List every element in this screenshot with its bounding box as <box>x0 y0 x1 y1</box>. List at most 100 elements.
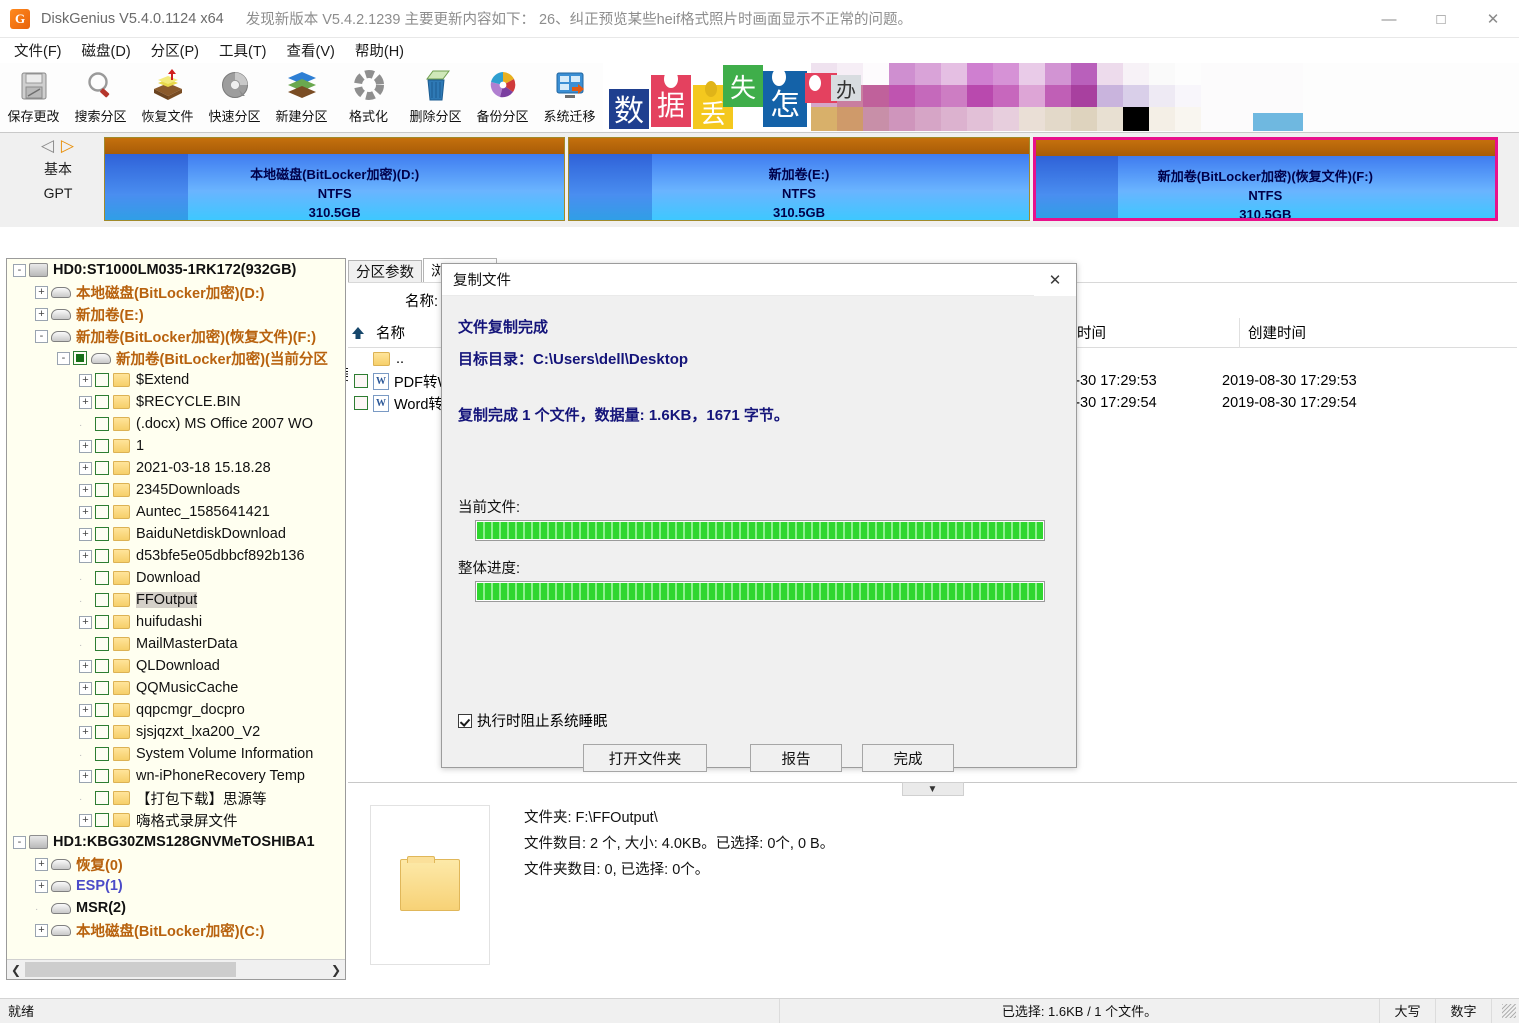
partition-block-e[interactable]: 新加卷(E:) NTFS 310.5GB <box>568 137 1029 221</box>
collapse-panel-icon[interactable]: ▼ <box>902 782 964 796</box>
tree-item[interactable]: ·【打包下载】思源等 <box>7 787 345 809</box>
column-header-created[interactable]: 创建时间 <box>1240 318 1470 348</box>
tree-item-checkbox[interactable] <box>95 747 109 761</box>
tree-item-checkbox[interactable] <box>95 791 109 805</box>
tree-item[interactable]: +本地磁盘(BitLocker加密)(C:) <box>7 919 345 941</box>
tree-item-checkbox[interactable] <box>95 439 109 453</box>
partition-block-d[interactable]: 本地磁盘(BitLocker加密)(D:) NTFS 310.5GB <box>104 137 565 221</box>
tab-partition-params[interactable]: 分区参数 <box>348 260 422 282</box>
advertisement-banner[interactable]: 数 据 丢 失 怎 办 <box>603 63 1303 131</box>
tree-item[interactable]: +Auntec_1585641421 <box>7 501 345 523</box>
tree-item[interactable]: +$Extend <box>7 369 345 391</box>
menu-help[interactable]: 帮助(H) <box>355 40 404 61</box>
tree-item[interactable]: +d53bfe5e05dbbcf892b136 <box>7 545 345 567</box>
menu-disk[interactable]: 磁盘(D) <box>82 40 131 61</box>
tree-item[interactable]: +新加卷(E:) <box>7 303 345 325</box>
tree-toggle-expand-icon[interactable]: + <box>35 924 48 937</box>
toolbar-recover-files[interactable]: 恢复文件 <box>134 63 201 131</box>
tree-item[interactable]: -HD0:ST1000LM035-1RK172(932GB) <box>7 259 345 281</box>
file-row-checkbox[interactable] <box>354 396 368 410</box>
tree-toggle-collapse-icon[interactable]: - <box>35 330 48 343</box>
menu-view[interactable]: 查看(V) <box>287 40 335 61</box>
tree-item-checkbox[interactable] <box>95 769 109 783</box>
toolbar-format[interactable]: 格式化 <box>335 63 402 131</box>
tree-item-checkbox[interactable] <box>95 461 109 475</box>
tree-toggle-expand-icon[interactable]: + <box>79 396 92 409</box>
tree-toggle-collapse-icon[interactable]: - <box>13 836 26 849</box>
tree-item-checkbox[interactable] <box>95 505 109 519</box>
tree-toggle-collapse-icon[interactable]: - <box>13 264 26 277</box>
tree-toggle-expand-icon[interactable]: + <box>79 484 92 497</box>
sort-ascending-icon[interactable] <box>348 326 368 340</box>
tree-item-checkbox[interactable] <box>95 417 109 431</box>
tree-item-checkbox[interactable] <box>95 395 109 409</box>
tree-item[interactable]: +恢复(0) <box>7 853 345 875</box>
tree-item[interactable]: -HD1:KBG30ZMS128GNVMeTOSHIBA1 <box>7 831 345 853</box>
tree-toggle-expand-icon[interactable]: + <box>79 374 92 387</box>
tree-toggle-expand-icon[interactable]: + <box>35 308 48 321</box>
menu-tools[interactable]: 工具(T) <box>219 40 267 61</box>
toolbar-new-partition[interactable]: 新建分区 <box>268 63 335 131</box>
file-row-checkbox[interactable] <box>354 374 368 388</box>
tree-toggle-collapse-icon[interactable]: - <box>57 352 70 365</box>
disk-tree-panel[interactable]: -HD0:ST1000LM035-1RK172(932GB) +本地磁盘(BitL… <box>6 258 346 980</box>
tree-item-checkbox[interactable] <box>95 549 109 563</box>
report-button[interactable]: 报告 <box>750 744 842 772</box>
tree-item-checkbox[interactable] <box>95 615 109 629</box>
tree-item[interactable]: +2021-03-18 15.18.28 <box>7 457 345 479</box>
finish-button[interactable]: 完成 <box>862 744 954 772</box>
menu-file[interactable]: 文件(F) <box>14 40 62 61</box>
prev-disk-icon[interactable]: ◁ <box>41 136 55 155</box>
scroll-left-icon[interactable]: ❮ <box>7 963 25 977</box>
tree-toggle-expand-icon[interactable]: + <box>35 858 48 871</box>
resize-grip-icon[interactable] <box>1502 1004 1516 1018</box>
tree-item-checkbox[interactable] <box>73 351 87 365</box>
tree-toggle-expand-icon[interactable]: + <box>79 440 92 453</box>
tree-item[interactable]: +2345Downloads <box>7 479 345 501</box>
tree-toggle-expand-icon[interactable]: + <box>35 286 48 299</box>
tree-item[interactable]: +qqpcmgr_docpro <box>7 699 345 721</box>
tree-horizontal-scrollbar[interactable]: ❮ ❯ <box>7 959 345 979</box>
tree-toggle-expand-icon[interactable]: + <box>79 814 92 827</box>
tree-toggle-expand-icon[interactable]: + <box>79 726 92 739</box>
tree-item[interactable]: +QLDownload <box>7 655 345 677</box>
next-disk-icon[interactable]: ▷ <box>61 136 75 155</box>
tree-item[interactable]: +ESP(1) <box>7 875 345 897</box>
scroll-thumb[interactable] <box>25 962 236 977</box>
close-icon[interactable]: ✕ <box>1467 0 1519 38</box>
tree-item-checkbox[interactable] <box>95 725 109 739</box>
tree-item[interactable]: ·System Volume Information <box>7 743 345 765</box>
tree-item[interactable]: +wn-iPhoneRecovery Temp <box>7 765 345 787</box>
scroll-right-icon[interactable]: ❯ <box>327 963 345 977</box>
tree-toggle-expand-icon[interactable]: + <box>79 660 92 673</box>
tree-toggle-expand-icon[interactable]: + <box>79 462 92 475</box>
tree-toggle-expand-icon[interactable]: + <box>79 770 92 783</box>
maximize-icon[interactable]: □ <box>1415 0 1467 38</box>
tree-item[interactable]: +huifudashi <box>7 611 345 633</box>
toolbar-backup-partition[interactable]: 备份分区 <box>469 63 536 131</box>
tree-item[interactable]: ·Download <box>7 567 345 589</box>
dialog-close-icon[interactable]: ✕ <box>1034 264 1076 296</box>
toolbar-save-changes[interactable]: 保存更改 <box>0 63 67 131</box>
tree-item[interactable]: +嗨格式录屏文件 <box>7 809 345 831</box>
tree-item-checkbox[interactable] <box>95 813 109 827</box>
menu-partition[interactable]: 分区(P) <box>151 40 199 61</box>
prevent-sleep-checkbox[interactable] <box>458 714 472 728</box>
tree-toggle-expand-icon[interactable]: + <box>79 550 92 563</box>
tree-item-checkbox[interactable] <box>95 681 109 695</box>
tree-item-checkbox[interactable] <box>95 373 109 387</box>
toolbar-search-partition[interactable]: 搜索分区 <box>67 63 134 131</box>
tree-item-checkbox[interactable] <box>95 637 109 651</box>
tree-item-checkbox[interactable] <box>95 527 109 541</box>
tree-toggle-expand-icon[interactable]: + <box>35 880 48 893</box>
toolbar-delete-partition[interactable]: 删除分区 <box>402 63 469 131</box>
tree-item[interactable]: +BaiduNetdiskDownload <box>7 523 345 545</box>
tree-item[interactable]: +1 <box>7 435 345 457</box>
minimize-icon[interactable]: — <box>1363 0 1415 38</box>
tree-toggle-expand-icon[interactable]: + <box>79 682 92 695</box>
prevent-sleep-row[interactable]: 执行时阻止系统睡眠 <box>458 710 608 731</box>
scroll-track[interactable] <box>25 962 327 977</box>
open-folder-button[interactable]: 打开文件夹 <box>583 744 707 772</box>
tree-item[interactable]: -新加卷(BitLocker加密)(当前分区 <box>7 347 345 369</box>
tree-toggle-expand-icon[interactable]: + <box>79 704 92 717</box>
